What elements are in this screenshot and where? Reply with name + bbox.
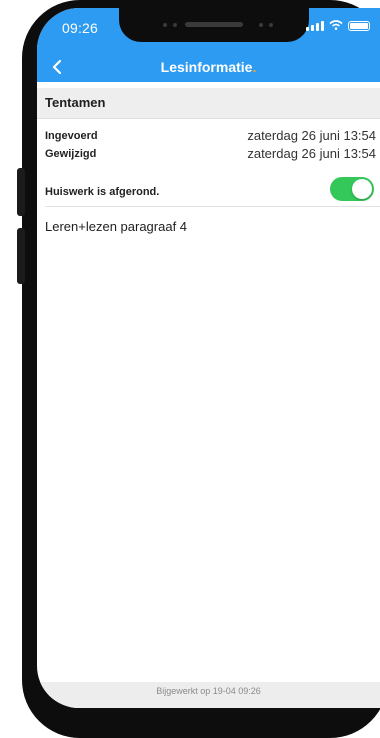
app-header: 09:26 Lesinformatie. [37,8,380,82]
last-updated-text: Bijgewerkt op 19-04 09:26 [156,686,261,696]
homework-done-toggle[interactable] [330,177,374,201]
homework-row: Huiswerk is afgerond. [45,177,374,203]
sensor-dot [173,23,177,27]
update-footer: Bijgewerkt op 19-04 09:26 [37,682,380,708]
info-label: Gewijzigd [45,148,97,160]
cellular-signal-icon [306,20,324,31]
notch [119,8,309,42]
section-title: Tentamen [45,95,106,110]
status-time: 09:26 [62,20,99,36]
homework-label: Huiswerk is afgerond. [45,186,160,198]
battery-icon [348,20,370,31]
homework-description: Leren+lezen paragraaf 4 [45,219,188,234]
sensor-dot [259,23,263,27]
side-button [17,228,25,284]
sensor-dot [163,23,167,27]
side-button [17,168,25,216]
info-row-gewijzigd: Gewijzigd zaterdag 26 juni 13:54 [45,146,376,161]
section-header: Tentamen [37,88,380,119]
sensor-dot [269,23,273,27]
toggle-knob [352,179,372,199]
info-row-ingevoerd: Ingevoerd zaterdag 26 juni 13:54 [45,128,376,143]
page-title-text: Lesinformatie [160,59,253,75]
divider [45,206,380,207]
system-icons [306,20,370,31]
title-accent-dot: . [252,59,257,75]
info-label: Ingevoerd [45,130,98,142]
wifi-icon [329,20,343,31]
phone-screen: 09:26 Lesinformatie. Tentamen Ingevoerd … [37,8,380,708]
info-value: zaterdag 26 juni 13:54 [247,128,376,143]
info-value: zaterdag 26 juni 13:54 [247,146,376,161]
page-title: Lesinformatie. [37,59,380,75]
speaker [185,22,243,27]
